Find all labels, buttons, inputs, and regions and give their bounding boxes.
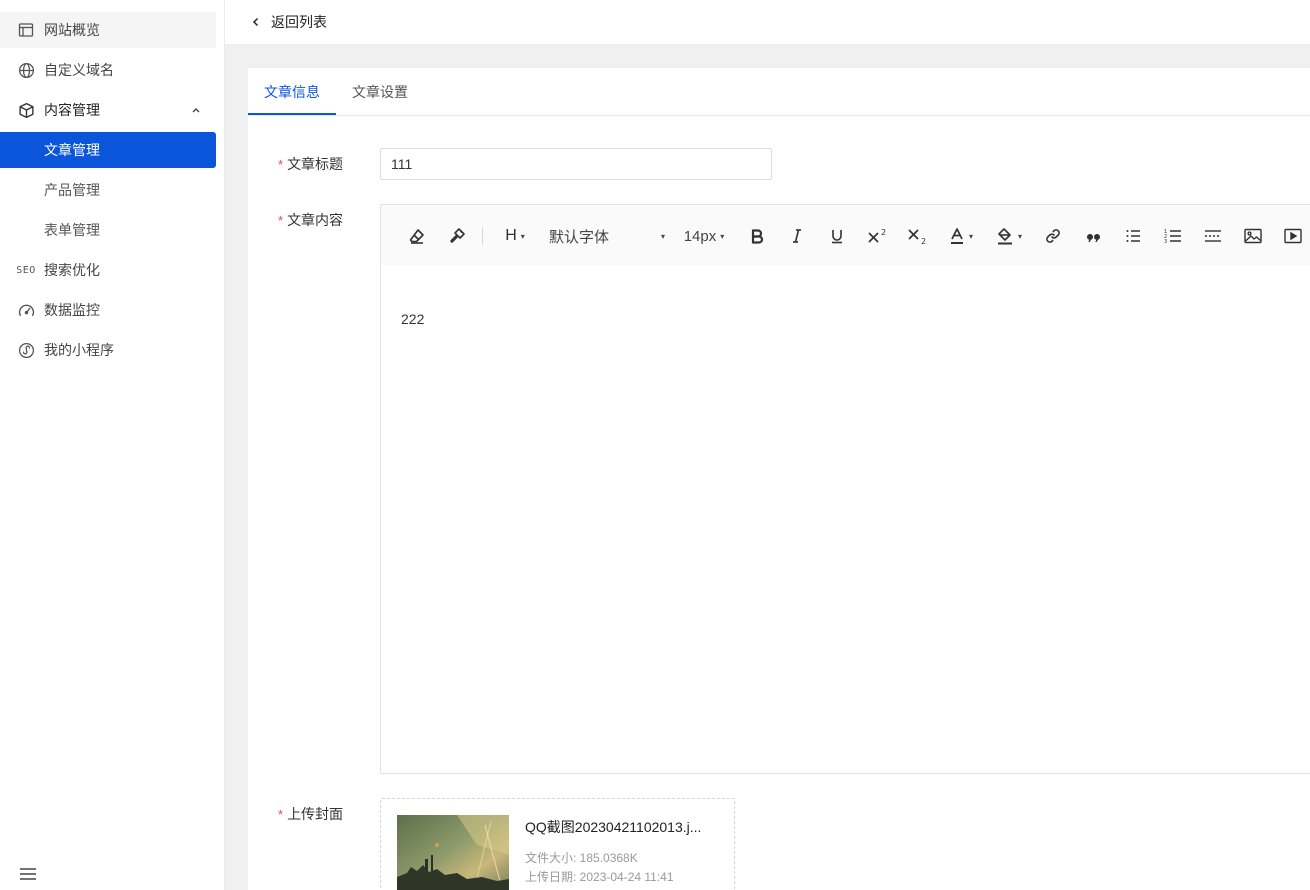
font-family-select[interactable]: 默认字体 ▾ xyxy=(549,223,665,249)
sidebar-item-data-monitor[interactable]: 数据监控 xyxy=(0,292,216,328)
underline-icon[interactable] xyxy=(825,223,849,249)
caret-down-icon: ▾ xyxy=(968,231,973,241)
sidebar: 网站概览 自定义域名 内容管理 文章管理 产品管理 表单管理 SEO 搜索优化 … xyxy=(0,0,225,890)
mini-program-icon xyxy=(16,340,36,360)
uploaded-file-size: 文件大小: 185.0368K xyxy=(525,851,638,865)
back-to-list-link[interactable]: 返回列表 xyxy=(251,12,327,32)
font-size-value: 14px xyxy=(683,227,717,245)
subscript-icon[interactable]: 2 xyxy=(905,223,931,249)
sidebar-subitem-forms[interactable]: 表单管理 xyxy=(0,212,216,248)
required-mark: * xyxy=(278,212,284,228)
active-tab-indicator xyxy=(248,113,336,115)
bold-icon[interactable] xyxy=(745,223,769,249)
heading-dropdown[interactable]: H ▾ xyxy=(499,223,531,249)
required-mark: * xyxy=(278,156,284,172)
sidebar-item-content-management[interactable]: 内容管理 xyxy=(0,92,216,128)
content-label-text: 文章内容 xyxy=(287,212,344,228)
image-icon[interactable] xyxy=(1241,223,1265,249)
content-label: * 文章内容 xyxy=(278,210,343,230)
title-label: * 文章标题 xyxy=(278,154,343,174)
globe-icon xyxy=(16,60,36,80)
menu-toggle-icon[interactable] xyxy=(18,864,38,884)
caret-down-icon: ▾ xyxy=(1017,231,1022,241)
font-size-select[interactable]: 14px ▾ xyxy=(679,223,729,249)
caret-down-icon: ▾ xyxy=(720,231,725,241)
title-label-text: 文章标题 xyxy=(287,156,344,172)
editor-content[interactable]: 222 xyxy=(401,311,424,327)
cover-label-text: 上传封面 xyxy=(287,806,344,822)
sidebar-item-seo[interactable]: SEO 搜索优化 xyxy=(0,252,216,288)
tab-article-settings[interactable]: 文章设置 xyxy=(336,68,424,116)
sidebar-subitem-articles[interactable]: 文章管理 xyxy=(0,132,216,168)
back-label: 返回列表 xyxy=(271,14,327,30)
sidebar-subitem-products[interactable]: 产品管理 xyxy=(0,172,216,208)
svg-text:2: 2 xyxy=(921,237,926,245)
sidebar-subitem-label: 产品管理 xyxy=(44,182,100,198)
italic-icon[interactable] xyxy=(785,223,809,249)
sidebar-item-label: 自定义域名 xyxy=(44,62,114,78)
tab-label: 文章信息 xyxy=(264,84,320,100)
required-mark: * xyxy=(278,806,284,822)
numbered-list-icon[interactable]: 123 xyxy=(1161,223,1185,249)
seo-icon: SEO xyxy=(16,264,36,276)
chevron-left-icon xyxy=(251,14,261,30)
caret-down-icon: ▾ xyxy=(520,231,525,241)
tab-bar: 文章信息 文章设置 xyxy=(248,68,1310,116)
tab-article-info[interactable]: 文章信息 xyxy=(248,68,336,116)
horizontal-rule-icon[interactable] xyxy=(1201,223,1225,249)
uploaded-file-date: 上传日期: 2023-04-24 11:41 xyxy=(525,870,674,884)
tab-label: 文章设置 xyxy=(352,84,408,100)
sidebar-item-label: 搜索优化 xyxy=(44,262,100,278)
gauge-icon xyxy=(16,300,36,320)
box-icon xyxy=(16,100,36,120)
sidebar-item-label: 我的小程序 xyxy=(44,342,114,358)
chevron-up-icon xyxy=(188,102,204,118)
cover-upload-area[interactable]: QQ截图20230421102013.j... 文件大小: 185.0368K … xyxy=(380,798,735,890)
heading-label: H xyxy=(505,227,517,244)
browser-window-icon xyxy=(16,20,36,40)
font-color-icon xyxy=(950,228,963,244)
fill-color-icon xyxy=(997,228,1012,245)
video-icon[interactable] xyxy=(1281,223,1305,249)
sidebar-subitem-label: 表单管理 xyxy=(44,222,100,238)
format-painter-icon[interactable] xyxy=(445,223,469,249)
top-bar: 返回列表 xyxy=(225,0,1310,44)
cover-label: * 上传封面 xyxy=(278,804,343,824)
quote-icon[interactable] xyxy=(1081,223,1105,249)
svg-text:2: 2 xyxy=(881,228,886,237)
font-family-value: 默认字体 xyxy=(549,228,610,246)
link-icon[interactable] xyxy=(1041,223,1065,249)
sidebar-item-label: 数据监控 xyxy=(44,302,100,318)
article-editor-card: 文章信息 文章设置 * 文章标题 * 文章内容 H ▾ xyxy=(248,68,1310,890)
rich-text-editor: H ▾ 默认字体 ▾ 14px ▾ 2 2 ▾ ▾ 1 2 3 222 xyxy=(380,204,1310,774)
uploaded-file-name: QQ截图20230421102013.j... xyxy=(525,819,702,835)
font-color-dropdown[interactable]: ▾ xyxy=(943,223,979,249)
sidebar-item-overview[interactable]: 网站概览 xyxy=(0,12,216,48)
caret-down-icon: ▾ xyxy=(660,231,665,241)
background-color-dropdown[interactable]: ▾ xyxy=(991,223,1027,249)
sidebar-item-mini-program[interactable]: 我的小程序 xyxy=(0,332,216,368)
svg-text:3: 3 xyxy=(1164,239,1167,244)
editor-toolbar: H ▾ 默认字体 ▾ 14px ▾ 2 2 ▾ ▾ 1 2 3 xyxy=(381,205,1310,265)
article-title-input[interactable] xyxy=(380,148,772,180)
cover-thumbnail xyxy=(397,815,509,890)
sidebar-subitem-label: 文章管理 xyxy=(44,142,100,158)
sidebar-item-label: 内容管理 xyxy=(44,102,100,118)
clear-format-icon[interactable] xyxy=(405,223,429,249)
sidebar-item-label: 网站概览 xyxy=(44,22,100,38)
superscript-icon[interactable]: 2 xyxy=(865,223,891,249)
toolbar-divider xyxy=(482,227,483,245)
sidebar-item-custom-domain[interactable]: 自定义域名 xyxy=(0,52,216,88)
bullet-list-icon[interactable] xyxy=(1121,223,1145,249)
